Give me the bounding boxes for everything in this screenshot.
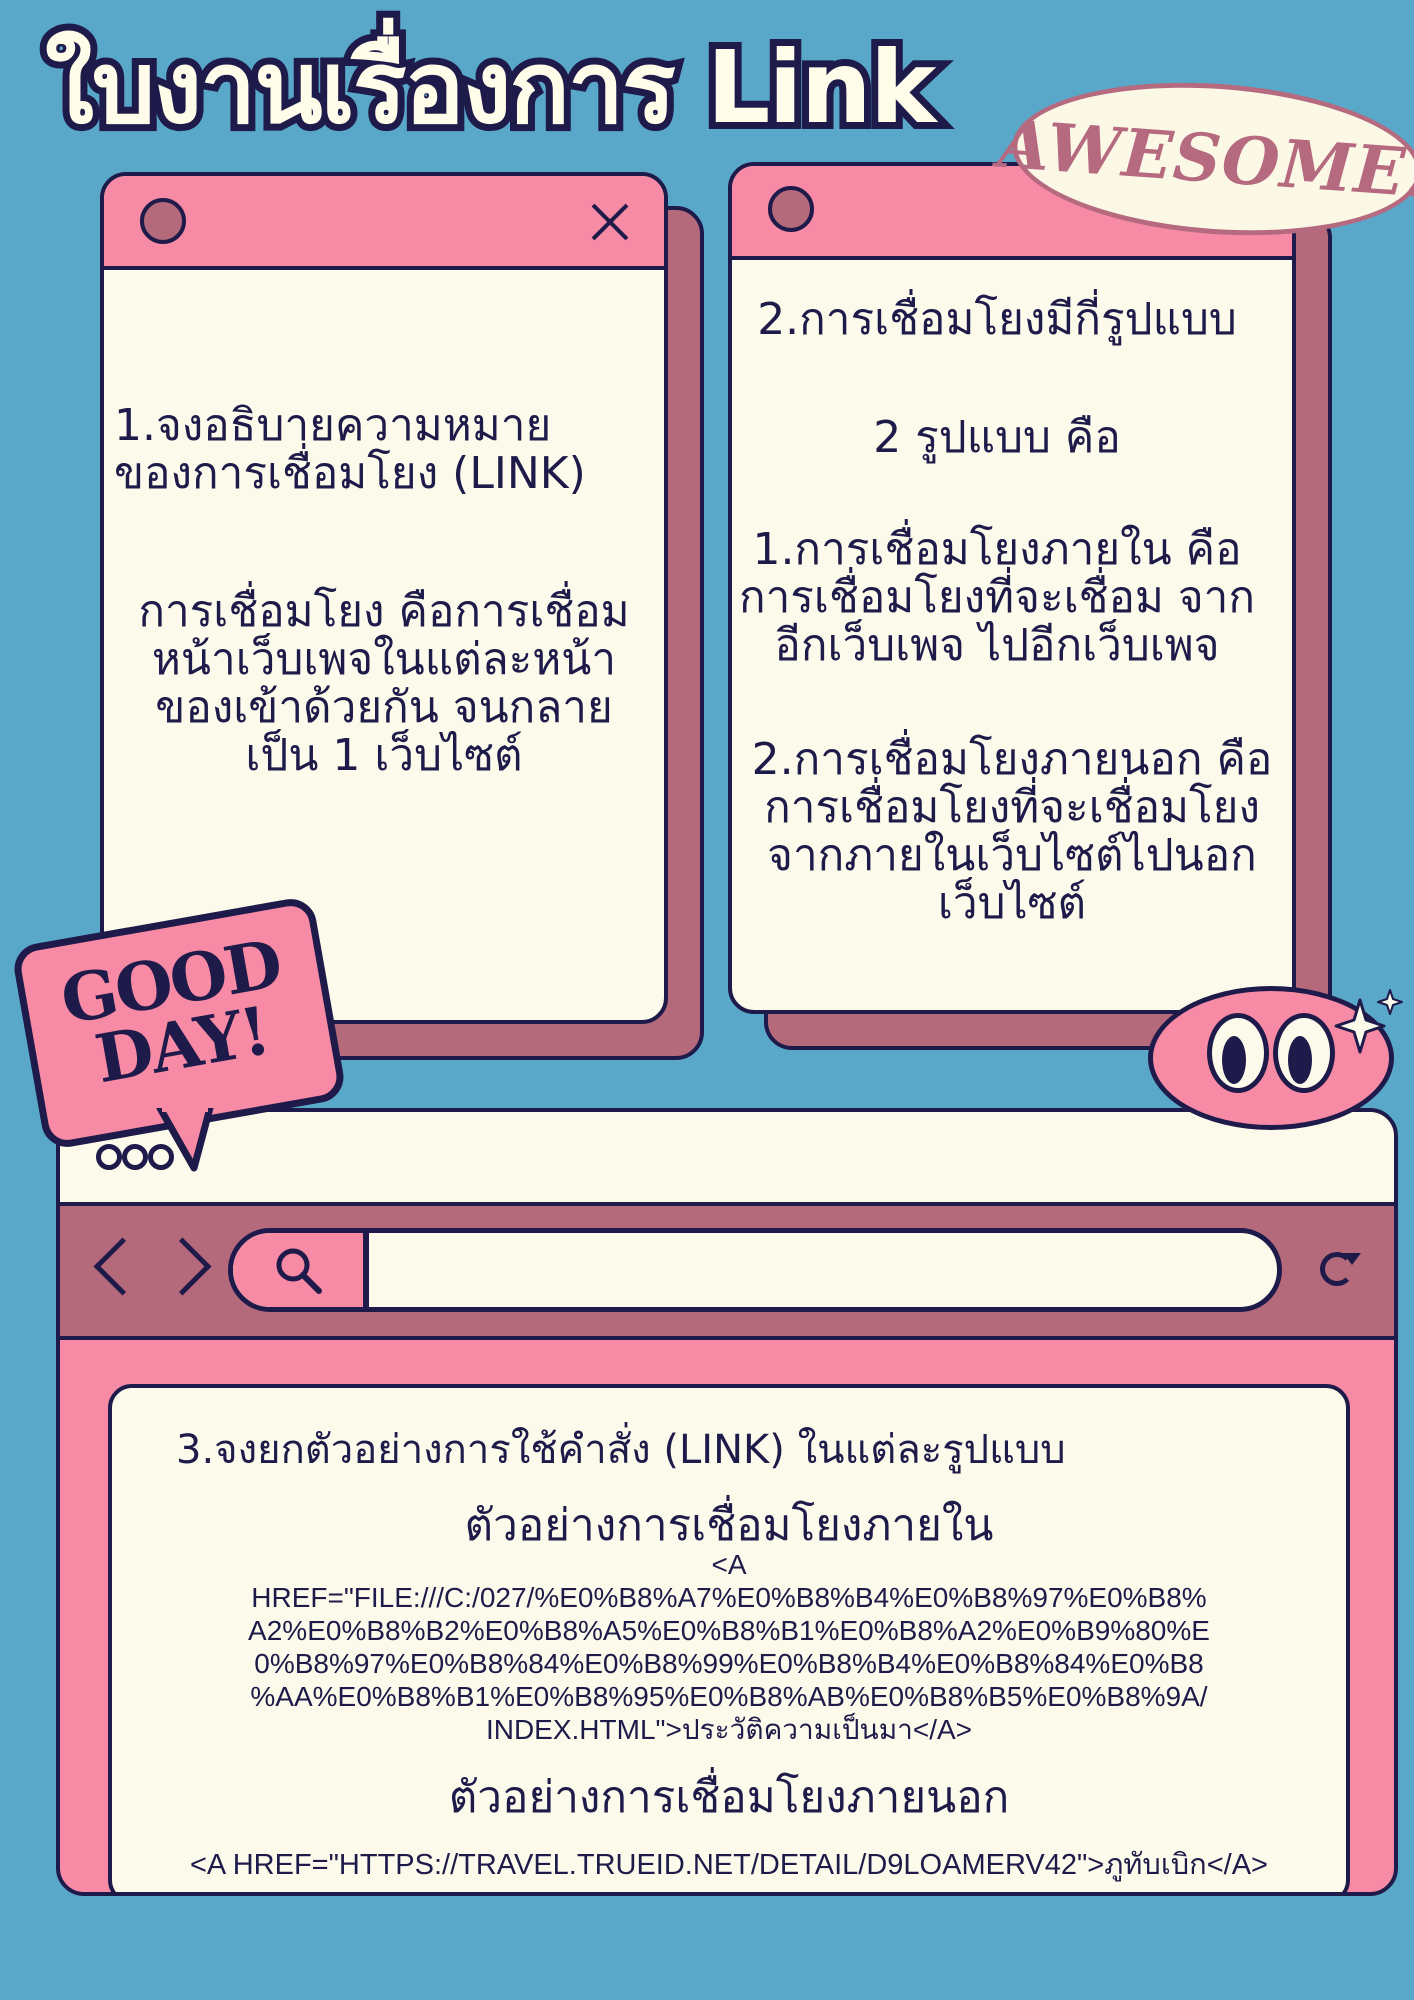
question-1: 1.จงอธิบายความหมาย ของการเชื่อมโยง (LINK… [114,400,586,499]
browser-content: 3.จงยกตัวอย่างการใช้คำสั่ง (LINK) ในแต่ล… [108,1384,1350,1892]
external-code: <A HREF="HTTPS://TRAVEL.TRUEID.NET/DETAI… [190,1849,1268,1881]
speech-tail-icon [156,1108,214,1172]
window-circle-icon [768,186,814,232]
internal-code: <A HREF="FILE:///C:/027/%E0%B8%A7%E0%B8%… [248,1549,1210,1745]
sparkle-icon [1334,989,1403,1054]
browser-window: 3.จงยกตัวอย่างการใช้คำสั่ง (LINK) ในแต่ล… [56,1108,1398,1896]
window2: 2.การเชื่อมโยงมีกี่รูปแบบ 2 รูปแบบ คือ 1… [728,162,1296,1014]
window-circle-icon [140,198,186,244]
forward-icon[interactable] [153,1237,212,1296]
address-bar[interactable] [228,1228,1282,1312]
external-heading: ตัวอย่างการเชื่อมโยงภายนอก [448,1772,1010,1823]
eye-icon [1273,1013,1335,1093]
answer-2-type2: 2.การเชื่อมโยงภายนอก คือ การเชื่อมโยงที่… [751,734,1273,929]
back-icon[interactable] [93,1237,152,1296]
search-button[interactable] [233,1233,369,1307]
window-circle-icon [96,1144,122,1170]
window1: 1.จงอธิบายความหมาย ของการเชื่อมโยง (LINK… [100,172,668,1024]
internal-heading: ตัวอย่างการเชื่อมโยงภายใน [464,1500,994,1551]
window-circle-icon [122,1144,148,1170]
question-3: 3.จงยกตัวอย่างการใช้คำสั่ง (LINK) ในแต่ล… [176,1427,1066,1473]
answer-2-count: 2 รูปแบบ คือ [873,412,1121,463]
eye-icon [1207,1013,1269,1093]
awesome-badge-text: AWESOME! [995,104,1414,214]
browser-titlebar [60,1112,1394,1206]
search-icon [276,1248,322,1294]
answer-1: การเชื่อมโยง คือการเชื่อม หน้าเว็บเพจในแ… [138,586,630,781]
question-2: 2.การเชื่อมโยงมีกี่รูปแบบ [757,294,1237,345]
page-title: ใบงานเรื่องการ Link [38,22,943,153]
goodday-badge-text: GOOD DAY! [55,924,287,1099]
window1-titlebar [104,176,664,270]
reload-icon[interactable] [1320,1252,1361,1286]
browser-navbar [60,1206,1394,1340]
answer-2-type1: 1.การเชื่อมโยงภายใน คือ การเชื่อมโยงที่จ… [738,524,1256,671]
close-icon[interactable] [588,200,632,244]
